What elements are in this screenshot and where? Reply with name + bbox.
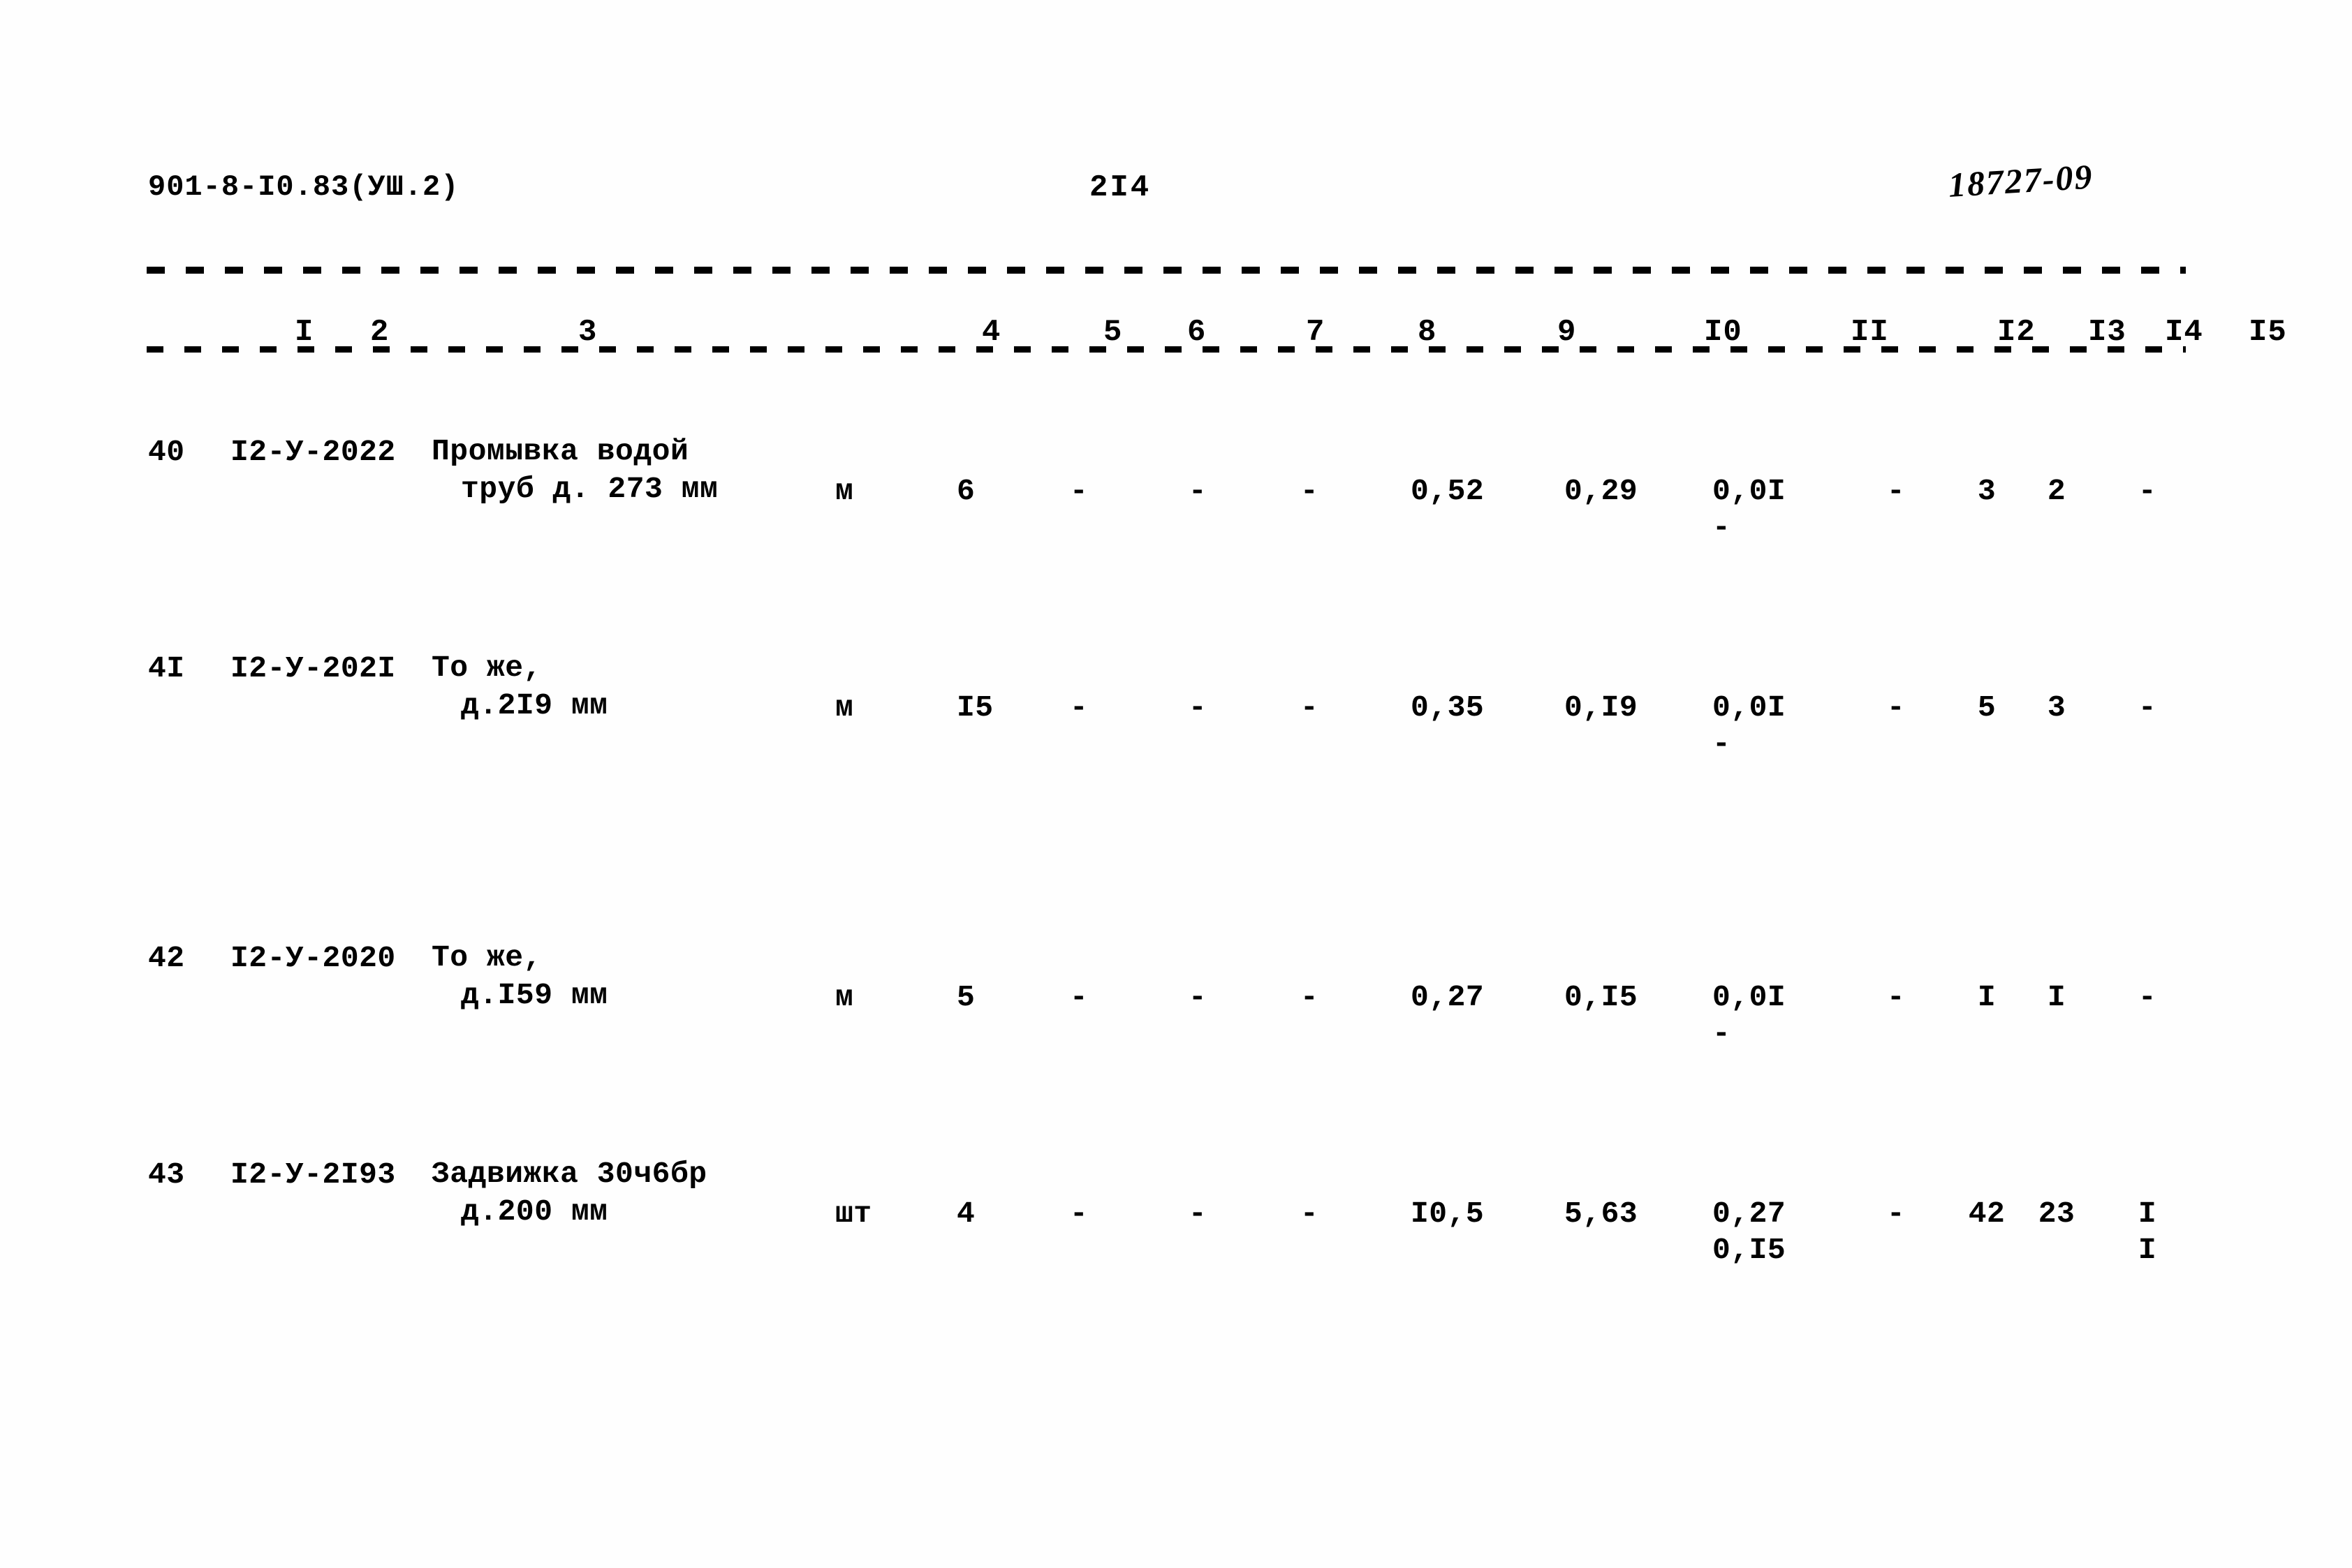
column-number-8: 8	[1418, 315, 1437, 350]
row-description-line2: д.200 мм	[461, 1195, 608, 1229]
row-col10: 0,29	[1564, 474, 1638, 508]
row-code: I2-У-2I93	[230, 1157, 396, 1192]
row-quantity: 5	[957, 980, 976, 1014]
handwritten-archive-number: 18727-09	[1947, 156, 2094, 205]
row-col6: -	[1069, 1197, 1089, 1231]
table-row: 42 I2-У-2020 То же, д.I59 мм м 5 - - - 0,27 0,I5 0,…	[0, 939, 2352, 1065]
row-number: 40	[148, 435, 185, 469]
row-unit: м	[835, 980, 854, 1014]
row-description: Промывка водой труб д. 273 мм	[432, 433, 795, 508]
row-code: I2-У-202I	[230, 651, 396, 686]
row-col10: 0,I9	[1564, 690, 1638, 725]
row-col11: 0,0I	[1712, 690, 1786, 725]
row-col11: 0,27	[1712, 1197, 1786, 1231]
column-number-12: I2	[1997, 315, 2036, 350]
column-number-dashed-rule	[147, 346, 2186, 353]
row-col11: 0,0I	[1712, 474, 1786, 508]
row-col11-sub: -	[1712, 1016, 1731, 1051]
row-col6: -	[1069, 474, 1089, 508]
row-col13: I	[1977, 980, 1997, 1014]
row-description-line1: То же,	[432, 940, 542, 975]
row-col11-sub: 0,I5	[1712, 1233, 1786, 1267]
row-col10: 5,63	[1564, 1197, 1638, 1231]
row-description-line1: Задвижка 30ч6бр	[432, 1157, 707, 1191]
row-unit: м	[835, 474, 854, 508]
column-number-13: I3	[2088, 315, 2126, 350]
row-col8: -	[1300, 690, 1319, 725]
row-col15: -	[2138, 690, 2157, 725]
row-col11: 0,0I	[1712, 980, 1786, 1014]
column-number-5: 5	[1103, 315, 1123, 350]
row-description-line2: д.2I9 мм	[461, 688, 608, 723]
row-col7: -	[1188, 690, 1207, 725]
row-col13: 3	[1977, 474, 1997, 508]
row-col9: 0,35	[1411, 690, 1485, 725]
row-col13: 5	[1977, 690, 1997, 725]
column-number-6: 6	[1187, 315, 1207, 350]
row-col9: 0,52	[1411, 474, 1485, 508]
row-col13: 42	[1968, 1197, 2006, 1231]
row-col8: -	[1300, 474, 1319, 508]
row-number: 43	[148, 1157, 185, 1192]
row-col14: 3	[2047, 690, 2066, 725]
row-description-line1: Промывка водой	[432, 434, 689, 468]
row-number: 42	[148, 941, 185, 975]
row-description-line2: д.I59 мм	[461, 978, 608, 1012]
row-col15: -	[2138, 980, 2157, 1014]
table-row: 4I I2-У-202I То же, д.2I9 мм м I5 - - - 0,35 0,I9 0…	[0, 649, 2352, 775]
row-number: 4I	[148, 651, 185, 686]
row-unit: шт	[835, 1197, 872, 1231]
row-quantity: 4	[957, 1197, 976, 1231]
row-col12: -	[1886, 1197, 1906, 1231]
row-col7: -	[1188, 1197, 1207, 1231]
row-col8: -	[1300, 980, 1319, 1014]
row-col8: -	[1300, 1197, 1319, 1231]
document-code: 901-8-I0.83(УШ.2)	[148, 170, 460, 204]
row-code: I2-У-2022	[230, 435, 396, 469]
column-number-11: II	[1851, 315, 1889, 350]
column-number-14: I4	[2165, 315, 2203, 350]
row-col6: -	[1069, 980, 1089, 1014]
row-col14: 23	[2038, 1197, 2075, 1231]
row-quantity: 6	[957, 474, 976, 508]
row-code: I2-У-2020	[230, 941, 396, 975]
row-description: То же, д.I59 мм	[432, 939, 795, 1014]
row-col15: -	[2138, 474, 2157, 508]
column-number-9: 9	[1557, 315, 1577, 350]
row-col9: 0,27	[1411, 980, 1485, 1014]
row-col6: -	[1069, 690, 1089, 725]
row-col10: 0,I5	[1564, 980, 1638, 1014]
column-number-2: 2	[370, 315, 390, 350]
row-unit: м	[835, 690, 854, 725]
row-description: Задвижка 30ч6бр д.200 мм	[432, 1155, 795, 1231]
row-col15: I	[2138, 1197, 2157, 1231]
row-col12: -	[1886, 980, 1906, 1014]
column-number-15: I5	[2249, 315, 2287, 350]
table-row: 40 I2-У-2022 Промывка водой труб д. 273 мм м…	[0, 433, 2352, 559]
row-col12: -	[1886, 474, 1906, 508]
row-col11-sub: -	[1712, 510, 1731, 545]
column-number-4: 4	[982, 315, 1001, 350]
row-description-line2: труб д. 273 мм	[461, 472, 719, 506]
column-number-10: I0	[1704, 315, 1742, 350]
document-page: 901-8-I0.83(УШ.2) 2I4 18727-09 I23456789…	[0, 0, 2352, 1568]
row-col14: 2	[2047, 474, 2066, 508]
column-number-7: 7	[1306, 315, 1325, 350]
column-number-1: I	[295, 315, 314, 350]
table-top-dashed-rule	[147, 267, 2186, 274]
row-description-line1: То же,	[432, 651, 542, 685]
column-number-3: 3	[578, 315, 598, 350]
row-col7: -	[1188, 474, 1207, 508]
table-row: 43 I2-У-2I93 Задвижка 30ч6бр д.200 мм шт 4 - - -…	[0, 1155, 2352, 1281]
row-col11-sub: -	[1712, 727, 1731, 761]
row-description: То же, д.2I9 мм	[432, 649, 795, 725]
row-quantity: I5	[957, 690, 994, 725]
row-col15-sub: I	[2138, 1233, 2157, 1267]
row-col9: I0,5	[1411, 1197, 1485, 1231]
row-col14: I	[2047, 980, 2066, 1014]
row-col7: -	[1188, 980, 1207, 1014]
row-col12: -	[1886, 690, 1906, 725]
page-number: 2I4	[1089, 170, 1152, 205]
